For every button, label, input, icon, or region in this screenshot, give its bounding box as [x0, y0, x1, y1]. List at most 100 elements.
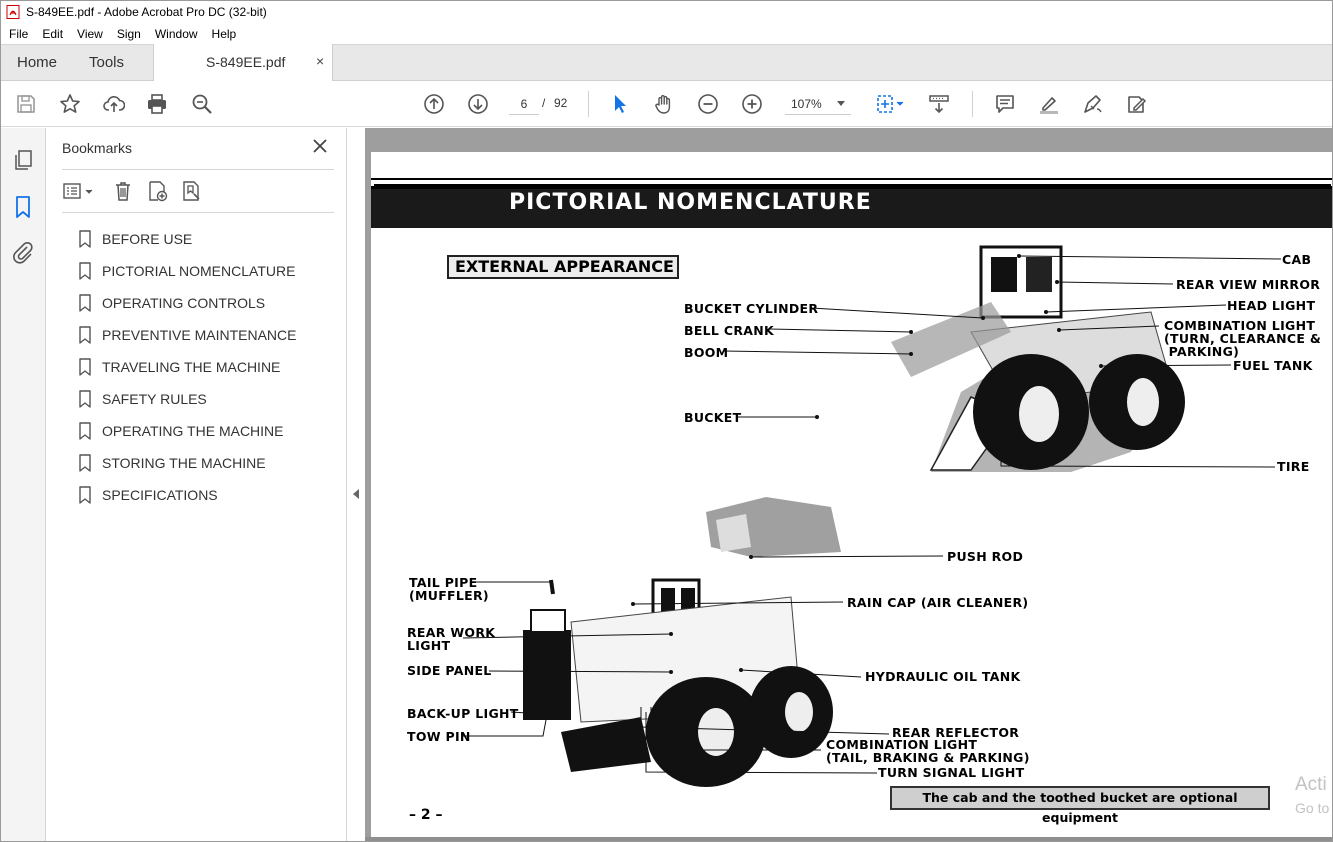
- close-tab-icon[interactable]: ×: [316, 53, 324, 69]
- panel-collapse-handle[interactable]: [347, 128, 365, 841]
- print-icon[interactable]: [145, 92, 169, 116]
- bookmark-panel-icon[interactable]: [11, 195, 35, 219]
- zoom-out-icon[interactable]: [696, 92, 720, 116]
- menu-help[interactable]: Help: [205, 27, 244, 41]
- label-hydraulic-oil-tank: HYDRAULIC OIL TANK: [865, 669, 1021, 684]
- new-bookmark-from-structure-icon[interactable]: [178, 178, 204, 204]
- page-thumbnails-icon[interactable]: [11, 148, 35, 172]
- chevron-down-icon[interactable]: [837, 101, 845, 106]
- label-push-rod: PUSH ROD: [947, 549, 1024, 564]
- label-combination-light-front: COMBINATION LIGHT (TURN, CLEARANCE & PAR…: [1164, 318, 1322, 359]
- menu-sign[interactable]: Sign: [110, 27, 148, 41]
- optional-equipment-note: The cab and the toothed bucket are optio…: [890, 786, 1270, 825]
- bookmark-label: STORING THE MACHINE: [102, 455, 266, 471]
- toolbar-divider: [588, 91, 589, 117]
- page-number-input[interactable]: 6: [509, 93, 539, 115]
- new-bookmark-icon[interactable]: [144, 178, 170, 204]
- activate-windows-watermark: Acti: [1295, 774, 1327, 795]
- window-title: S-849EE.pdf - Adobe Acrobat Pro DC (32-b…: [26, 5, 267, 19]
- page-total: 92: [554, 96, 568, 110]
- bookmark-label: PICTORIAL NOMENCLATURE: [102, 263, 296, 279]
- document-view[interactable]: PICTORIAL NOMENCLATURE EXTERNAL APPEARAN…: [365, 128, 1332, 841]
- zoom-search-icon[interactable]: [190, 92, 214, 116]
- label-bucket-cylinder: BUCKET CYLINDER: [684, 301, 819, 316]
- label-tow-pin: TOW PIN: [407, 729, 471, 744]
- bookmark-icon: [79, 454, 91, 472]
- bookmark-label: TRAVELING THE MACHINE: [102, 359, 281, 375]
- bookmark-item-specifications[interactable]: SPECIFICATIONS: [78, 479, 338, 511]
- label-fuel-tank: FUEL TANK: [1233, 358, 1313, 373]
- star-icon[interactable]: [58, 92, 82, 116]
- upload-cloud-icon[interactable]: [102, 92, 126, 116]
- bookmark-options-icon[interactable]: [62, 178, 96, 204]
- bookmark-label: OPERATING CONTROLS: [102, 295, 266, 311]
- chevron-left-icon: [353, 489, 359, 499]
- next-page-icon[interactable]: [466, 92, 490, 116]
- toolbar-divider: [972, 91, 973, 117]
- previous-page-icon[interactable]: [422, 92, 446, 116]
- select-cursor-icon[interactable]: [608, 92, 632, 116]
- menu-edit[interactable]: Edit: [35, 27, 70, 41]
- label-cab: CAB: [1282, 252, 1312, 267]
- page-number-footer: – 2 –: [409, 807, 443, 823]
- tab-document-label: S-849EE.pdf: [206, 54, 286, 70]
- comment-icon[interactable]: [993, 92, 1017, 116]
- bookmark-item-safety-rules[interactable]: SAFETY RULES: [78, 383, 338, 415]
- label-boom: BOOM: [684, 345, 729, 360]
- bookmark-label: OPERATING THE MACHINE: [102, 423, 284, 439]
- draw-pen-icon[interactable]: [1081, 92, 1105, 116]
- loader-illustration: [462, 245, 1282, 787]
- navigation-rail: [1, 128, 46, 841]
- bookmark-icon: [79, 262, 91, 280]
- menu-bar: File Edit View Sign Window Help: [1, 23, 1332, 44]
- bookmark-item-storing-the-machine[interactable]: STORING THE MACHINE: [78, 447, 338, 479]
- menu-file[interactable]: File: [1, 27, 35, 41]
- title-bar: S-849EE.pdf - Adobe Acrobat Pro DC (32-b…: [1, 1, 1332, 23]
- bookmark-label: PREVENTIVE MAINTENANCE: [102, 327, 297, 343]
- label-rain-cap: RAIN CAP (AIR CLEANER): [847, 595, 1029, 610]
- fill-sign-icon[interactable]: [1125, 92, 1149, 116]
- label-rear-work-light: REAR WORK LIGHT: [407, 625, 496, 653]
- bookmark-icon: [79, 358, 91, 376]
- bookmark-icon: [79, 326, 91, 344]
- fit-page-icon[interactable]: [873, 92, 907, 116]
- attachments-paperclip-icon[interactable]: [11, 241, 35, 265]
- bookmark-item-before-use[interactable]: BEFORE USE: [78, 223, 338, 255]
- bookmark-item-traveling-the-machine[interactable]: TRAVELING THE MACHINE: [78, 351, 338, 383]
- label-head-light: HEAD LIGHT: [1227, 298, 1316, 313]
- label-back-up-light: BACK-UP LIGHT: [407, 706, 519, 721]
- divider: [62, 212, 334, 213]
- bookmark-item-operating-the-machine[interactable]: OPERATING THE MACHINE: [78, 415, 338, 447]
- close-icon[interactable]: [310, 136, 330, 156]
- acrobat-window: S-849EE.pdf - Adobe Acrobat Pro DC (32-b…: [0, 0, 1333, 842]
- label-tail-pipe: TAIL PIPE (MUFFLER): [409, 575, 489, 603]
- delete-bookmark-trash-icon[interactable]: [110, 178, 136, 204]
- bookmark-icon: [79, 486, 91, 504]
- bookmark-icon: [79, 294, 91, 312]
- bookmark-label: BEFORE USE: [102, 231, 193, 247]
- tab-tools[interactable]: Tools: [89, 54, 124, 71]
- tab-document[interactable]: S-849EE.pdf ×: [153, 44, 333, 82]
- bookmark-item-preventive-maintenance[interactable]: PREVENTIVE MAINTENANCE: [78, 319, 338, 351]
- label-tire: TIRE: [1277, 459, 1310, 474]
- bookmark-item-operating-controls[interactable]: OPERATING CONTROLS: [78, 287, 338, 319]
- divider: [62, 169, 334, 170]
- main-toolbar: 6 / 92 107%: [1, 81, 1332, 127]
- tab-home[interactable]: Home: [17, 54, 57, 71]
- menu-window[interactable]: Window: [148, 27, 205, 41]
- acrobat-pdf-icon: [6, 5, 20, 19]
- page-gap: [365, 837, 1332, 841]
- highlight-pen-icon[interactable]: [1037, 92, 1061, 116]
- save-icon[interactable]: [14, 92, 38, 116]
- menu-view[interactable]: View: [70, 27, 110, 41]
- page-separator: /: [542, 96, 546, 110]
- bookmark-item-pictorial-nomenclature[interactable]: PICTORIAL NOMENCLATURE: [78, 255, 338, 287]
- label-bucket: BUCKET: [684, 410, 742, 425]
- bookmark-label: SAFETY RULES: [102, 391, 207, 407]
- label-rear-view-mirror: REAR VIEW MIRROR: [1176, 277, 1321, 292]
- label-side-panel: SIDE PANEL: [407, 663, 492, 678]
- hand-tool-icon[interactable]: [652, 92, 676, 116]
- label-combination-light-rear: COMBINATION LIGHT (TAIL, BRAKING & PARKI…: [826, 737, 1030, 765]
- scroll-mode-icon[interactable]: [927, 92, 951, 116]
- zoom-in-icon[interactable]: [740, 92, 764, 116]
